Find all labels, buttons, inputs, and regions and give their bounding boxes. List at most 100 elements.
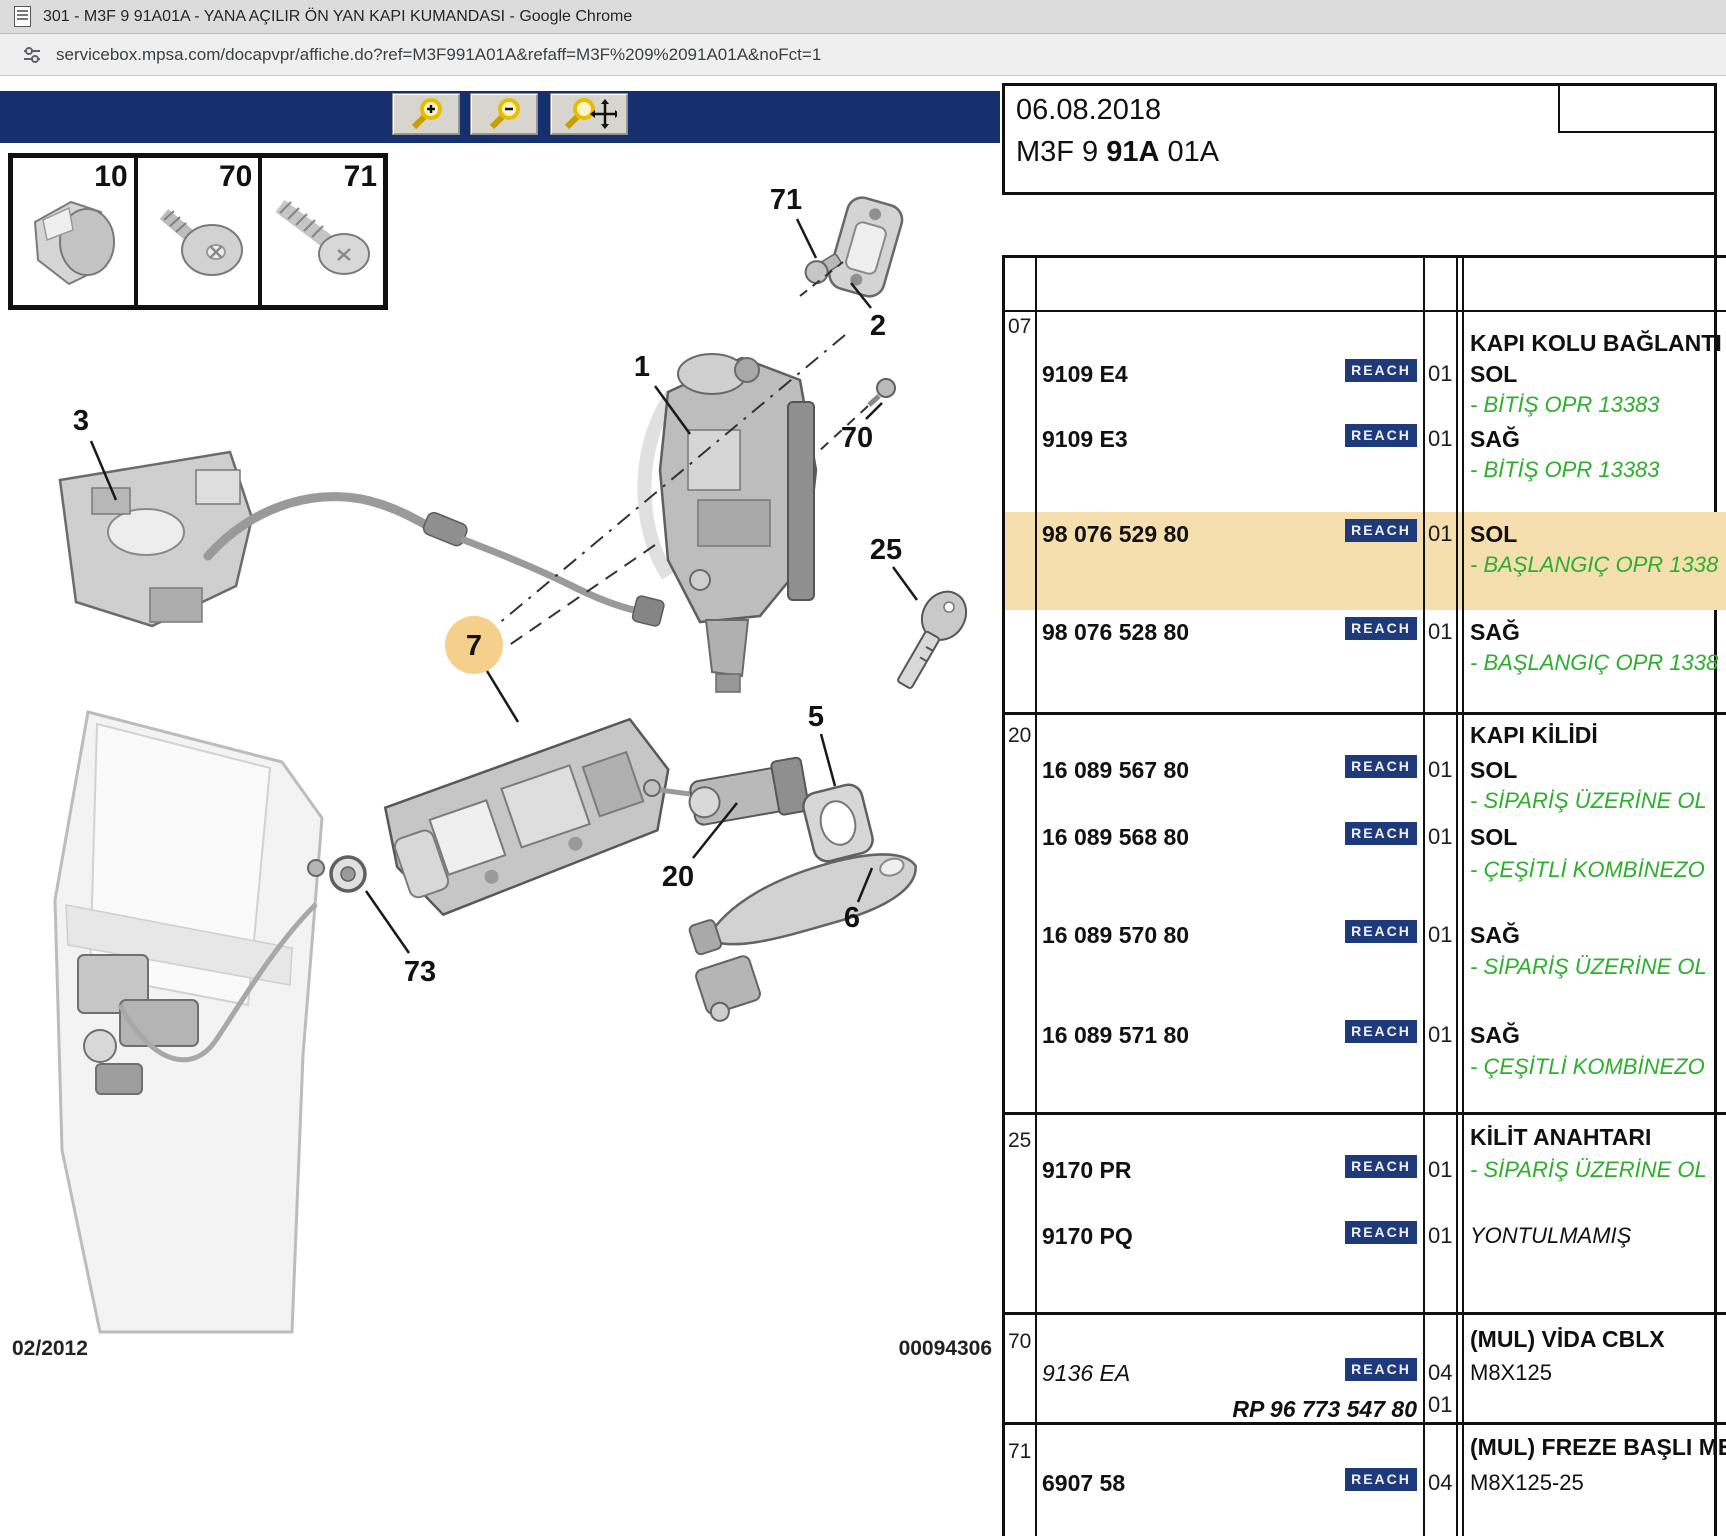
- reach-badge[interactable]: REACH: [1345, 920, 1417, 943]
- reach-badge[interactable]: REACH: [1345, 424, 1417, 447]
- part-number[interactable]: 9170 PQ: [1042, 1223, 1133, 1250]
- url-bar[interactable]: servicebox.mpsa.com/docapvpr/affiche.do?…: [0, 34, 1726, 76]
- part-number[interactable]: 98 076 528 80: [1042, 619, 1189, 646]
- part-side-label: SOL: [1470, 361, 1517, 388]
- part-note: - SİPARİŞ ÜZERİNE OL: [1470, 954, 1726, 980]
- countersunk-screw-part-drawing: [262, 180, 384, 300]
- table-column-line: [1423, 255, 1425, 1536]
- part-note: - ÇEŞİTLİ KOMBİNEZO: [1470, 1054, 1726, 1080]
- quantity: 01: [1428, 619, 1452, 645]
- part-note: - BAŞLANGIÇ OPR 1338: [1470, 650, 1726, 676]
- group-number: 07: [1008, 315, 1031, 339]
- reach-badge[interactable]: REACH: [1345, 1468, 1417, 1491]
- zoom-in-button[interactable]: [392, 93, 460, 135]
- browser-window: 301 - M3F 9 91A01A - YANA AÇILIR ÖN YAN …: [0, 0, 1726, 1536]
- part-number[interactable]: 6907 58: [1042, 1470, 1125, 1497]
- part-side-label: SOL: [1470, 757, 1517, 784]
- part-note: - SİPARİŞ ÜZERİNE OL: [1470, 1157, 1726, 1183]
- catalog-date: 06.08.2018: [1016, 94, 1161, 127]
- part-number[interactable]: 9109 E4: [1042, 361, 1128, 388]
- table-column-line: [1456, 255, 1458, 1536]
- header-box-divider: [1558, 83, 1560, 133]
- section-border: [1002, 1112, 1726, 1115]
- part-number[interactable]: 16 089 567 80: [1042, 757, 1189, 784]
- legend-cell-pan-screw: 70: [138, 158, 263, 305]
- part-note: - BAŞLANGIÇ OPR 1338: [1470, 552, 1726, 578]
- part-number[interactable]: 9109 E3: [1042, 426, 1128, 453]
- table-column-line: [1462, 255, 1464, 1536]
- part-note: - BİTİŞ OPR 13383: [1470, 457, 1726, 483]
- table-border: [1002, 310, 1726, 312]
- legend-cell-countersunk-screw: 71: [262, 158, 383, 305]
- quantity: 01: [1428, 824, 1452, 850]
- table-border: [1002, 255, 1005, 1536]
- quantity: 01: [1428, 521, 1452, 547]
- reach-badge[interactable]: REACH: [1345, 1221, 1417, 1244]
- quantity: 01: [1428, 1392, 1452, 1418]
- part-side-label: SOL: [1470, 824, 1517, 851]
- site-settings-icon[interactable]: [22, 45, 42, 65]
- group-title: (MUL) VİDA CBLX: [1470, 1326, 1726, 1353]
- zoom-pan-button[interactable]: [550, 93, 628, 135]
- quantity: 01: [1428, 1223, 1452, 1249]
- table-border: [1002, 255, 1726, 258]
- quantity: 01: [1428, 1022, 1452, 1048]
- part-number[interactable]: 16 089 568 80: [1042, 824, 1189, 851]
- part-side-label: SAĞ: [1470, 619, 1520, 646]
- window-title: 301 - M3F 9 91A01A - YANA AÇILIR ÖN YAN …: [43, 8, 632, 26]
- window-titlebar: 301 - M3F 9 91A01A - YANA AÇILIR ÖN YAN …: [0, 0, 1726, 34]
- url-text[interactable]: servicebox.mpsa.com/docapvpr/affiche.do?…: [56, 45, 821, 65]
- group-title: KAPI KİLİDİ: [1470, 722, 1726, 749]
- quantity: 01: [1428, 757, 1452, 783]
- reach-badge[interactable]: REACH: [1345, 359, 1417, 382]
- part-spec: YONTULMAMIŞ: [1470, 1223, 1631, 1249]
- part-note: - SİPARİŞ ÜZERİNE OL: [1470, 788, 1726, 814]
- part-side-label: SAĞ: [1470, 922, 1520, 949]
- part-number[interactable]: 98 076 529 80: [1042, 521, 1189, 548]
- group-number: 20: [1008, 724, 1031, 748]
- reach-badge[interactable]: REACH: [1345, 822, 1417, 845]
- quantity: 01: [1428, 361, 1452, 387]
- section-border: [1002, 712, 1726, 715]
- reach-badge[interactable]: REACH: [1345, 755, 1417, 778]
- part-side-label: SAĞ: [1470, 426, 1520, 453]
- plug-part-drawing: [13, 180, 135, 300]
- legend-box: 10 70 71: [8, 153, 388, 310]
- part-note: - BİTİŞ OPR 13383: [1470, 392, 1726, 418]
- section-border: [1002, 1422, 1726, 1425]
- viewer-toolbar: [0, 91, 1000, 143]
- zoom-out-button[interactable]: [470, 93, 538, 135]
- section-border: [1002, 1312, 1726, 1315]
- legend-cell-plug: 10: [13, 158, 138, 305]
- reach-badge[interactable]: REACH: [1345, 1155, 1417, 1178]
- part-note: - ÇEŞİTLİ KOMBİNEZO: [1470, 857, 1726, 883]
- part-spec: M8X125-25: [1470, 1470, 1584, 1496]
- group-number: 70: [1008, 1330, 1031, 1354]
- quantity: 04: [1428, 1470, 1452, 1496]
- reach-badge[interactable]: REACH: [1345, 1020, 1417, 1043]
- table-column-line: [1035, 255, 1037, 1536]
- part-number[interactable]: 16 089 570 80: [1042, 922, 1189, 949]
- header-box-border: [1002, 83, 1005, 195]
- part-number[interactable]: 16 089 571 80: [1042, 1022, 1189, 1049]
- header-box-divider: [1558, 131, 1714, 133]
- group-title: KAPI KOLU BAĞLANTI: [1470, 330, 1726, 357]
- quantity: 01: [1428, 922, 1452, 948]
- reach-badge[interactable]: REACH: [1345, 519, 1417, 542]
- header-box-border: [1002, 192, 1717, 195]
- part-number[interactable]: 9170 PR: [1042, 1157, 1132, 1184]
- reach-badge[interactable]: REACH: [1345, 1358, 1417, 1381]
- part-spec: M8X125: [1470, 1360, 1552, 1386]
- part-number[interactable]: 9136 EA: [1042, 1360, 1130, 1387]
- reach-badge[interactable]: REACH: [1345, 617, 1417, 640]
- zoom-in-icon: [406, 97, 446, 131]
- group-title: KİLİT ANAHTARI: [1470, 1124, 1726, 1151]
- catalog-reference: M3F 9 91A 01A: [1016, 136, 1219, 169]
- header-box-border: [1002, 83, 1717, 86]
- group-number: 25: [1008, 1129, 1031, 1153]
- group-title: (MUL) FREZE BAŞLI ME: [1470, 1434, 1726, 1461]
- zoom-pan-icon: [561, 97, 617, 131]
- page-icon: [14, 6, 31, 27]
- replacement-part-number[interactable]: RP 96 773 547 80: [1042, 1396, 1417, 1423]
- part-side-label: SAĞ: [1470, 1022, 1520, 1049]
